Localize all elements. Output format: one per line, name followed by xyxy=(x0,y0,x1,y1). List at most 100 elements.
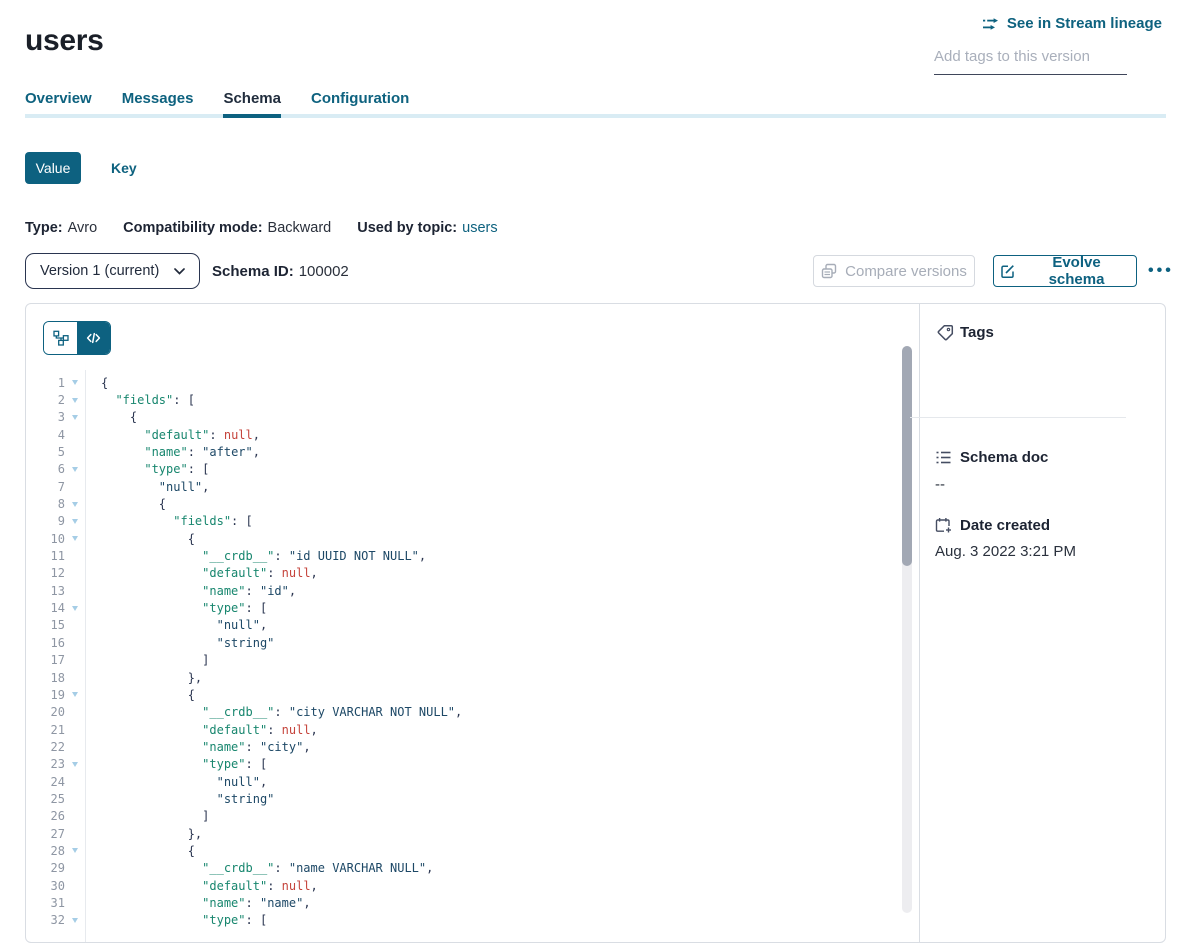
line-number: 20 xyxy=(26,705,65,719)
line-number: 16 xyxy=(26,636,65,650)
code-text: { xyxy=(85,688,195,702)
code-text: "null", xyxy=(85,618,267,632)
line-number: 13 xyxy=(26,584,65,598)
tab-schema[interactable]: Schema xyxy=(223,90,281,118)
line-number: 23 xyxy=(26,757,65,771)
code-line: 9 "fields": [ xyxy=(26,513,896,530)
line-number: 12 xyxy=(26,566,65,580)
more-options-button[interactable]: ••• xyxy=(1142,255,1178,287)
calendar-plus-icon xyxy=(935,517,952,534)
line-number: 28 xyxy=(26,844,65,858)
code-line: 18 }, xyxy=(26,669,896,686)
code-text: "default": null, xyxy=(85,879,318,893)
date-created-value: Aug. 3 2022 3:21 PM xyxy=(935,543,1076,560)
fold-arrow-icon[interactable] xyxy=(65,415,85,420)
stream-lineage-icon xyxy=(982,16,1000,32)
fold-arrow-icon[interactable] xyxy=(65,762,85,767)
fold-arrow-icon[interactable] xyxy=(65,502,85,507)
tab-configuration[interactable]: Configuration xyxy=(311,90,409,118)
code-line: 19 { xyxy=(26,686,896,703)
line-number: 21 xyxy=(26,723,65,737)
tab-overview[interactable]: Overview xyxy=(25,90,92,118)
line-number: 4 xyxy=(26,428,65,442)
compare-versions-button[interactable]: Compare versions xyxy=(813,255,975,287)
code-line: 31 "name": "name", xyxy=(26,894,896,911)
meta-item: Used by topic: users xyxy=(357,220,497,236)
code-text: "fields": [ xyxy=(85,514,253,528)
key-tab-button[interactable]: Key xyxy=(105,159,143,177)
code-line: 14 "type": [ xyxy=(26,599,896,616)
meta-label: Compatibility mode: xyxy=(123,220,262,236)
code-line: 7 "null", xyxy=(26,478,896,495)
compare-versions-icon xyxy=(821,263,837,279)
code-line: 13 "name": "id", xyxy=(26,582,896,599)
chevron-down-icon xyxy=(174,268,185,275)
view-toggle xyxy=(43,321,111,355)
line-number: 24 xyxy=(26,775,65,789)
fold-arrow-icon[interactable] xyxy=(65,380,85,385)
meta-item: Compatibility mode:Backward xyxy=(123,220,331,236)
page-title: users xyxy=(25,24,104,58)
line-number: 9 xyxy=(26,514,65,528)
line-number: 5 xyxy=(26,445,65,459)
meta-value-link[interactable]: users xyxy=(462,220,497,236)
code-text: { xyxy=(85,497,166,511)
line-number: 2 xyxy=(26,393,65,407)
line-number: 32 xyxy=(26,913,65,927)
code-text: "type": [ xyxy=(85,601,267,615)
edit-icon xyxy=(1000,264,1015,279)
evolve-schema-button[interactable]: Evolve schema xyxy=(993,255,1137,287)
code-text: ] xyxy=(85,809,209,823)
schema-panel: 1{2 "fields": [3 {4 "default": null,5 "n… xyxy=(25,303,1166,943)
code-line: 12 "default": null, xyxy=(26,565,896,582)
code-line: 10 { xyxy=(26,530,896,547)
tag-icon xyxy=(937,324,954,341)
fold-arrow-icon[interactable] xyxy=(65,536,85,541)
schema-id: Schema ID:100002 xyxy=(212,263,349,280)
fold-arrow-icon[interactable] xyxy=(65,918,85,923)
scrollbar-thumb[interactable] xyxy=(902,346,912,566)
value-key-toggle: Value Key xyxy=(25,152,143,184)
meta-label: Used by topic: xyxy=(357,220,457,236)
code-text: "__crdb__": "city VARCHAR NOT NULL", xyxy=(85,705,462,719)
line-number: 14 xyxy=(26,601,65,615)
code-text: "type": [ xyxy=(85,757,267,771)
code-line: 6 "type": [ xyxy=(26,461,896,478)
line-number: 31 xyxy=(26,896,65,910)
fold-arrow-icon[interactable] xyxy=(65,519,85,524)
code-line: 21 "default": null, xyxy=(26,721,896,738)
fold-arrow-icon[interactable] xyxy=(65,606,85,611)
code-line: 22 "name": "city", xyxy=(26,738,896,755)
tab-messages[interactable]: Messages xyxy=(122,90,194,118)
code-text: }, xyxy=(85,671,202,685)
meta-item: Type:Avro xyxy=(25,220,97,236)
stream-lineage-label: See in Stream lineage xyxy=(1007,15,1162,32)
fold-arrow-icon[interactable] xyxy=(65,692,85,697)
code-line: 30 "default": null, xyxy=(26,877,896,894)
code-text: "default": null, xyxy=(85,566,318,580)
code-line: 2 "fields": [ xyxy=(26,391,896,408)
compare-versions-label: Compare versions xyxy=(845,263,967,280)
tags-input[interactable] xyxy=(934,48,1127,75)
tree-view-icon[interactable] xyxy=(44,322,77,354)
fold-arrow-icon[interactable] xyxy=(65,398,85,403)
line-number: 26 xyxy=(26,809,65,823)
sidebar-divider xyxy=(910,417,1126,418)
code-text: "fields": [ xyxy=(85,393,195,407)
code-text: "__crdb__": "id UUID NOT NULL", xyxy=(85,549,426,563)
code-view-icon[interactable] xyxy=(77,322,110,354)
version-select[interactable]: Version 1 (current) xyxy=(25,253,200,289)
code-line: 29 "__crdb__": "name VARCHAR NULL", xyxy=(26,860,896,877)
fold-arrow-icon[interactable] xyxy=(65,848,85,853)
stream-lineage-link[interactable]: See in Stream lineage xyxy=(982,15,1162,32)
date-created-section-title: Date created xyxy=(960,517,1050,534)
line-number: 29 xyxy=(26,861,65,875)
schema-doc-icon xyxy=(935,449,952,466)
code-text: "name": "city", xyxy=(85,740,311,754)
fold-arrow-icon[interactable] xyxy=(65,467,85,472)
code-editor[interactable]: 1{2 "fields": [3 {4 "default": null,5 "n… xyxy=(26,374,896,929)
value-tab-button[interactable]: Value xyxy=(25,152,81,184)
tags-section-title: Tags xyxy=(960,324,994,341)
line-number: 18 xyxy=(26,671,65,685)
schema-id-label: Schema ID: xyxy=(212,263,294,280)
